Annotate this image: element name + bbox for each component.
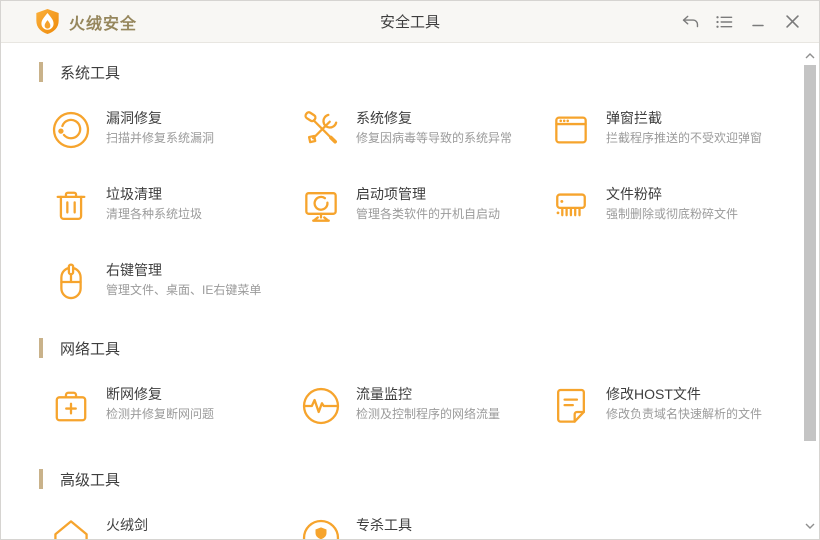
section-system-tools: 系统工具 漏洞修复 扫描并修复系统漏洞 系统修复 修复因病毒等导致的系统异常 弹…	[1, 62, 819, 305]
tool-title: 火绒剑	[106, 517, 148, 533]
startup-manage-icon	[299, 184, 343, 228]
section-label: 网络工具	[60, 340, 121, 358]
tool-file-shred[interactable]: 文件粉碎 强制删除或彻底粉碎文件	[549, 184, 799, 229]
vulnerability-fix-icon	[49, 108, 93, 152]
scroll-up-button[interactable]	[803, 49, 817, 63]
tool-desc: 管理文件、桌面、IE右键菜单	[106, 283, 262, 297]
tools-grid: 火绒剑 专杀工具	[49, 515, 819, 539]
tool-network-fix[interactable]: 断网修复 检测并修复断网问题	[49, 384, 299, 429]
tool-context-menu-manage[interactable]: 右键管理 管理文件、桌面、IE右键菜单	[49, 260, 299, 305]
tool-desc: 强制删除或彻底粉碎文件	[606, 207, 739, 221]
tool-title: 流量监控	[356, 386, 412, 402]
brand-name: 火绒安全	[69, 15, 138, 33]
tool-title: 垃圾清理	[106, 186, 162, 202]
tool-title: 修改HOST文件	[606, 386, 701, 402]
tool-title: 弹窗拦截	[606, 110, 662, 126]
menu-button[interactable]	[707, 2, 741, 42]
tool-desc: 管理各类软件的开机自启动	[356, 207, 501, 221]
huorong-security-window: 火绒安全 安全工具 系统工具 漏洞修复 扫描并修复系统漏洞 系统修复 修复因病毒…	[0, 0, 820, 540]
tool-special-kill[interactable]: 专杀工具	[299, 515, 549, 539]
tool-junk-clean[interactable]: 垃圾清理 清理各种系统垃圾	[49, 184, 299, 229]
tool-title: 专杀工具	[356, 517, 412, 533]
huorong-sword-icon	[49, 515, 93, 539]
menu-icon	[715, 15, 732, 28]
chevron-up-icon	[805, 53, 815, 59]
tool-traffic-monitor[interactable]: 流量监控 检测及控制程序的网络流量	[299, 384, 549, 429]
tool-system-repair[interactable]: 系统修复 修复因病毒等导致的系统异常	[299, 108, 549, 153]
tool-title: 系统修复	[356, 110, 412, 126]
minimize-icon	[752, 24, 764, 26]
section-header: 高级工具	[39, 469, 819, 489]
brand: 火绒安全	[35, 8, 137, 35]
file-shred-icon	[549, 184, 593, 228]
system-repair-icon	[299, 108, 343, 152]
tool-huorong-sword[interactable]: 火绒剑	[49, 515, 299, 539]
titlebar: 火绒安全 安全工具	[1, 1, 819, 43]
section-advanced-tools: 高级工具 火绒剑 专杀工具	[1, 469, 819, 539]
section-label: 高级工具	[60, 471, 121, 489]
section-network-tools: 网络工具 断网修复 检测并修复断网问题 流量监控 检测及控制程序的网络流量 修改…	[1, 338, 819, 429]
page-title: 安全工具	[379, 14, 441, 31]
tool-desc: 拦截程序推送的不受欢迎弹窗	[606, 131, 763, 145]
back-button[interactable]	[673, 2, 707, 42]
tool-title: 漏洞修复	[106, 110, 162, 126]
window-controls	[673, 2, 809, 42]
tool-desc: 修复因病毒等导致的系统异常	[356, 131, 513, 145]
tool-host-file-edit[interactable]: 修改HOST文件 修改负责域名快速解析的文件	[549, 384, 799, 429]
section-bar	[39, 469, 43, 489]
tool-desc: 修改负责域名快速解析的文件	[606, 407, 763, 421]
tool-title: 断网修复	[106, 386, 162, 402]
first-aid-kit-icon	[49, 384, 93, 428]
tool-popup-block[interactable]: 弹窗拦截 拦截程序推送的不受欢迎弹窗	[549, 108, 799, 153]
scrollbar[interactable]	[803, 45, 817, 537]
tool-startup-manage[interactable]: 启动项管理 管理各类软件的开机自启动	[299, 184, 549, 229]
tool-desc: 清理各种系统垃圾	[106, 207, 203, 221]
trash-icon	[49, 184, 93, 228]
minimize-button[interactable]	[741, 2, 775, 42]
close-icon	[785, 15, 799, 28]
tool-title: 文件粉碎	[606, 186, 662, 202]
special-kill-icon	[299, 515, 343, 539]
huorong-logo-icon	[35, 8, 60, 35]
tool-desc: 检测及控制程序的网络流量	[356, 407, 501, 421]
section-header: 系统工具	[39, 62, 819, 82]
tool-desc: 检测并修复断网问题	[106, 407, 215, 421]
host-file-icon	[549, 384, 593, 428]
mouse-icon	[49, 260, 93, 304]
tools-grid: 漏洞修复 扫描并修复系统漏洞 系统修复 修复因病毒等导致的系统异常 弹窗拦截 拦…	[49, 108, 819, 305]
tool-title: 右键管理	[106, 262, 162, 278]
tools-grid: 断网修复 检测并修复断网问题 流量监控 检测及控制程序的网络流量 修改HOST文…	[49, 384, 819, 429]
tool-title: 启动项管理	[356, 186, 426, 202]
tool-vulnerability-fix[interactable]: 漏洞修复 扫描并修复系统漏洞	[49, 108, 299, 153]
tool-desc: 扫描并修复系统漏洞	[106, 131, 215, 145]
close-button[interactable]	[775, 2, 809, 42]
back-icon	[682, 15, 698, 28]
section-header: 网络工具	[39, 338, 819, 358]
chevron-down-icon	[805, 523, 815, 529]
section-bar	[39, 338, 43, 358]
tools-content: 系统工具 漏洞修复 扫描并修复系统漏洞 系统修复 修复因病毒等导致的系统异常 弹…	[1, 43, 819, 539]
section-label: 系统工具	[60, 64, 121, 82]
section-bar	[39, 62, 43, 82]
traffic-monitor-icon	[299, 384, 343, 428]
scroll-down-button[interactable]	[803, 519, 817, 533]
popup-block-icon	[549, 108, 593, 152]
scrollbar-thumb[interactable]	[804, 65, 816, 441]
